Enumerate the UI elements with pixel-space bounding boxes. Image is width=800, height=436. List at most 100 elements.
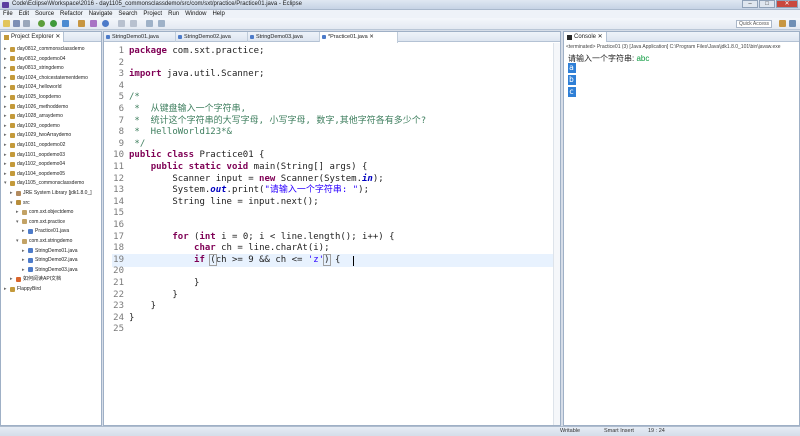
tab-project-explorer[interactable]: Project Explorer ✕	[1, 32, 65, 42]
collapse-arrow-icon[interactable]: ▸	[4, 93, 8, 101]
collapse-arrow-icon[interactable]: ▸	[4, 74, 8, 82]
menu-search[interactable]: Search	[118, 11, 137, 17]
tree-item[interactable]: ▸ day1104_oopdemo05	[4, 170, 65, 178]
run-icon[interactable]	[50, 20, 57, 27]
collapse-arrow-icon[interactable]: ▸	[22, 227, 26, 235]
tree-item[interactable]: ▸ FlappyBird	[4, 285, 41, 293]
tree-item[interactable]: ▸ day1024_helloworld	[4, 83, 61, 91]
tab-console[interactable]: Console ✕	[564, 32, 607, 42]
collapse-arrow-icon[interactable]: ▸	[4, 151, 8, 159]
quick-access-input[interactable]: Quick Access	[736, 20, 772, 28]
tab-stringdemo03[interactable]: StringDemo03.java	[248, 32, 320, 42]
expand-arrow-icon[interactable]: ▾	[16, 218, 20, 226]
new-java-project-icon[interactable]	[78, 20, 85, 27]
minimize-button[interactable]: –	[742, 0, 758, 8]
tree-item[interactable]: ▾ com.sxt.stringdemo	[16, 237, 72, 245]
collapse-arrow-icon[interactable]: ▸	[22, 256, 26, 264]
tree-item[interactable]: ▸ Practice01.java	[22, 227, 69, 235]
search-icon[interactable]	[130, 20, 137, 27]
code-text: for (int i = 0; i < line.length(); i++) …	[172, 231, 395, 242]
new-package-icon[interactable]	[90, 20, 97, 27]
code-line[interactable]: 25	[112, 323, 554, 336]
java-file-icon	[250, 35, 254, 39]
menu-file[interactable]: File	[3, 11, 13, 17]
collapse-arrow-icon[interactable]: ▸	[4, 55, 8, 63]
collapse-arrow-icon[interactable]: ▸	[4, 122, 8, 130]
tree-item[interactable]: ▸ day1101_oopdemo03	[4, 151, 65, 159]
tab-stringdemo01[interactable]: StringDemo01.java	[104, 32, 176, 42]
expand-arrow-icon[interactable]: ▾	[10, 199, 14, 207]
tree-item[interactable]: ▸ day1102_oopdemo04	[4, 160, 65, 168]
print-icon[interactable]	[23, 20, 30, 27]
code-text: }	[129, 301, 157, 312]
menu-window[interactable]: Window	[185, 11, 206, 17]
collapse-arrow-icon[interactable]: ▸	[10, 189, 14, 197]
collapse-arrow-icon[interactable]: ▸	[4, 285, 8, 293]
tree-item[interactable]: ▸ 如何阅读API文档	[10, 275, 61, 283]
tree-item[interactable]: ▸ day1028_arraydemo	[4, 112, 63, 120]
back-icon[interactable]	[146, 20, 153, 27]
expand-arrow-icon[interactable]: ▾	[16, 237, 20, 245]
project-icon	[10, 113, 15, 119]
external-tools-icon[interactable]	[62, 20, 69, 27]
collapse-arrow-icon[interactable]: ▸	[4, 83, 8, 91]
menu-help[interactable]: Help	[212, 11, 224, 17]
debug-perspective-icon[interactable]	[789, 20, 796, 27]
menu-run[interactable]: Run	[168, 11, 179, 17]
tree-item[interactable]: ▸ StringDemo02.java	[22, 256, 78, 264]
save-icon[interactable]	[13, 20, 20, 27]
tree-item[interactable]: ▸ day1024_choicestatementdemo	[4, 74, 88, 82]
close-button[interactable]: ✕	[776, 0, 798, 8]
collapse-arrow-icon[interactable]: ▸	[4, 45, 8, 53]
console-output-line: a	[568, 63, 576, 73]
tree-item[interactable]: ▸ StringDemo01.java	[22, 247, 78, 255]
tree-item[interactable]: ▸ day0812_oopdemo04	[4, 55, 65, 63]
collapse-arrow-icon[interactable]: ▸	[10, 275, 14, 283]
tree-item[interactable]: ▸ day1029_twoArraydemo	[4, 131, 71, 139]
collapse-arrow-icon[interactable]: ▸	[22, 266, 26, 274]
menu-project[interactable]: Project	[143, 11, 162, 17]
collapse-arrow-icon[interactable]: ▸	[16, 208, 20, 216]
open-type-icon[interactable]	[118, 20, 125, 27]
editor-scrollbar[interactable]	[553, 43, 560, 425]
collapse-arrow-icon[interactable]: ▸	[4, 103, 8, 111]
collapse-arrow-icon[interactable]: ▸	[22, 247, 26, 255]
tree-item[interactable]: ▸ day0813_stringdemo	[4, 64, 64, 72]
menu-source[interactable]: Source	[35, 11, 54, 17]
collapse-arrow-icon[interactable]: ▸	[4, 64, 8, 72]
tree-item[interactable]: ▸ day1031_oopdemo02	[4, 141, 65, 149]
tree-item[interactable]: ▸ day0812_commonsclassdemo	[4, 45, 85, 53]
collapse-arrow-icon[interactable]: ▸	[4, 160, 8, 168]
tree-item-label: day1104_oopdemo05	[17, 170, 66, 177]
tree-item[interactable]: ▸ day1029_oopdemo	[4, 122, 60, 130]
tree-item[interactable]: ▾ src	[10, 199, 30, 207]
new-class-icon[interactable]	[102, 20, 109, 27]
tab-stringdemo02[interactable]: StringDemo02.java	[176, 32, 248, 42]
project-icon	[10, 171, 15, 177]
code-text: String line = input.next();	[129, 196, 319, 207]
tree-item[interactable]: ▸ day1025_loopdemo	[4, 93, 61, 101]
maximize-button[interactable]: □	[759, 0, 775, 8]
collapse-arrow-icon[interactable]: ▸	[4, 170, 8, 178]
menu-refactor[interactable]: Refactor	[60, 11, 83, 17]
code-text: public class Practice01 {	[129, 150, 265, 161]
tab-practice01[interactable]: *Practice01.java ✕	[320, 32, 398, 43]
tree-item[interactable]: ▸ StringDemo03.java	[22, 266, 78, 274]
java-perspective-icon[interactable]	[779, 20, 786, 27]
collapse-arrow-icon[interactable]: ▸	[4, 141, 8, 149]
new-icon[interactable]	[3, 20, 10, 27]
tree-item[interactable]: ▾ com.sxt.practice	[16, 218, 65, 226]
menu-edit[interactable]: Edit	[19, 11, 29, 17]
tree-item[interactable]: ▸ JRE System Library [jdk1.8.0_]	[10, 189, 92, 197]
tree-item[interactable]: ▸ day1026_methoddemo	[4, 103, 68, 111]
collapse-arrow-icon[interactable]: ▸	[4, 112, 8, 120]
tree-item[interactable]: ▾ day1105_commonsclassdemo	[4, 179, 84, 187]
collapse-arrow-icon[interactable]: ▸	[4, 131, 8, 139]
tree-item-label: day1029_oopdemo	[17, 122, 60, 129]
menu-navigate[interactable]: Navigate	[89, 11, 113, 17]
forward-icon[interactable]	[158, 20, 165, 27]
expand-arrow-icon[interactable]: ▾	[4, 179, 8, 187]
tree-item[interactable]: ▸ com.sxt.objectdemo	[16, 208, 73, 216]
tree-item-label: day1024_choicestatementdemo	[17, 74, 88, 81]
debug-icon[interactable]	[38, 20, 45, 27]
